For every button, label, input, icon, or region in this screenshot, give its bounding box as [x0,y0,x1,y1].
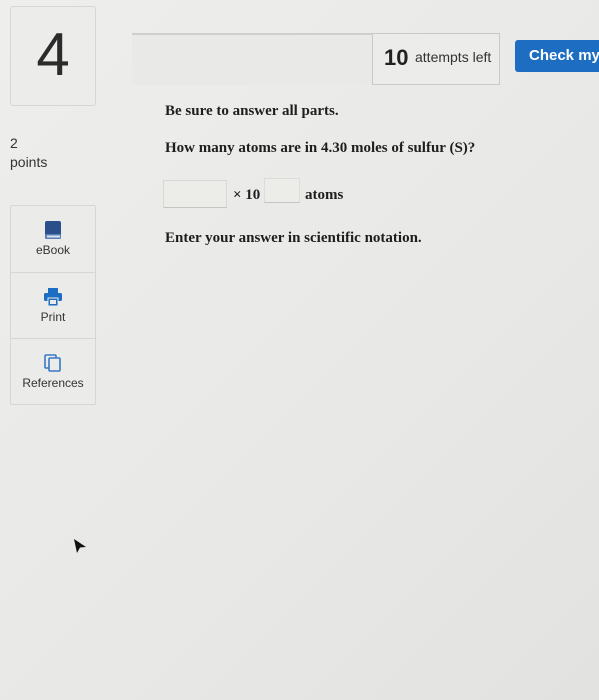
answer-exponent-input[interactable] [264,178,300,203]
question-text: How many atoms are in 4.30 moles of sulf… [165,140,476,156]
instructions: Be sure to answer all parts. [165,103,339,119]
printer-icon [43,287,63,307]
question-number: 4 [36,21,70,88]
ebook-label: eBook [35,243,71,257]
references-button[interactable]: References [11,338,95,405]
references-icon [43,353,63,373]
unit-label: atoms [305,187,344,203]
attempts-count: 10 [384,45,409,70]
check-my-work-button[interactable]: Check my [515,40,599,72]
ebook-icon [43,220,63,240]
tool-panel: eBook Print References [10,205,96,405]
points-value: 2 [10,135,18,151]
times-ten-label: × 10 [233,187,261,203]
question-number-box: 4 [10,6,96,106]
print-label: Print [40,310,66,324]
mouse-cursor-icon [72,538,88,554]
answer-coefficient-input[interactable] [163,180,227,208]
references-label: References [22,376,84,390]
points-label: points [10,154,48,170]
attempts-indicator: 10 attempts left [372,33,500,85]
header-divider [132,33,372,35]
ebook-button[interactable]: eBook [11,206,95,272]
header-bar [132,35,372,85]
print-button[interactable]: Print [11,272,95,339]
scientific-notation-note: Enter your answer in scientific notation… [165,230,422,246]
attempts-label: attempts left [415,49,492,65]
